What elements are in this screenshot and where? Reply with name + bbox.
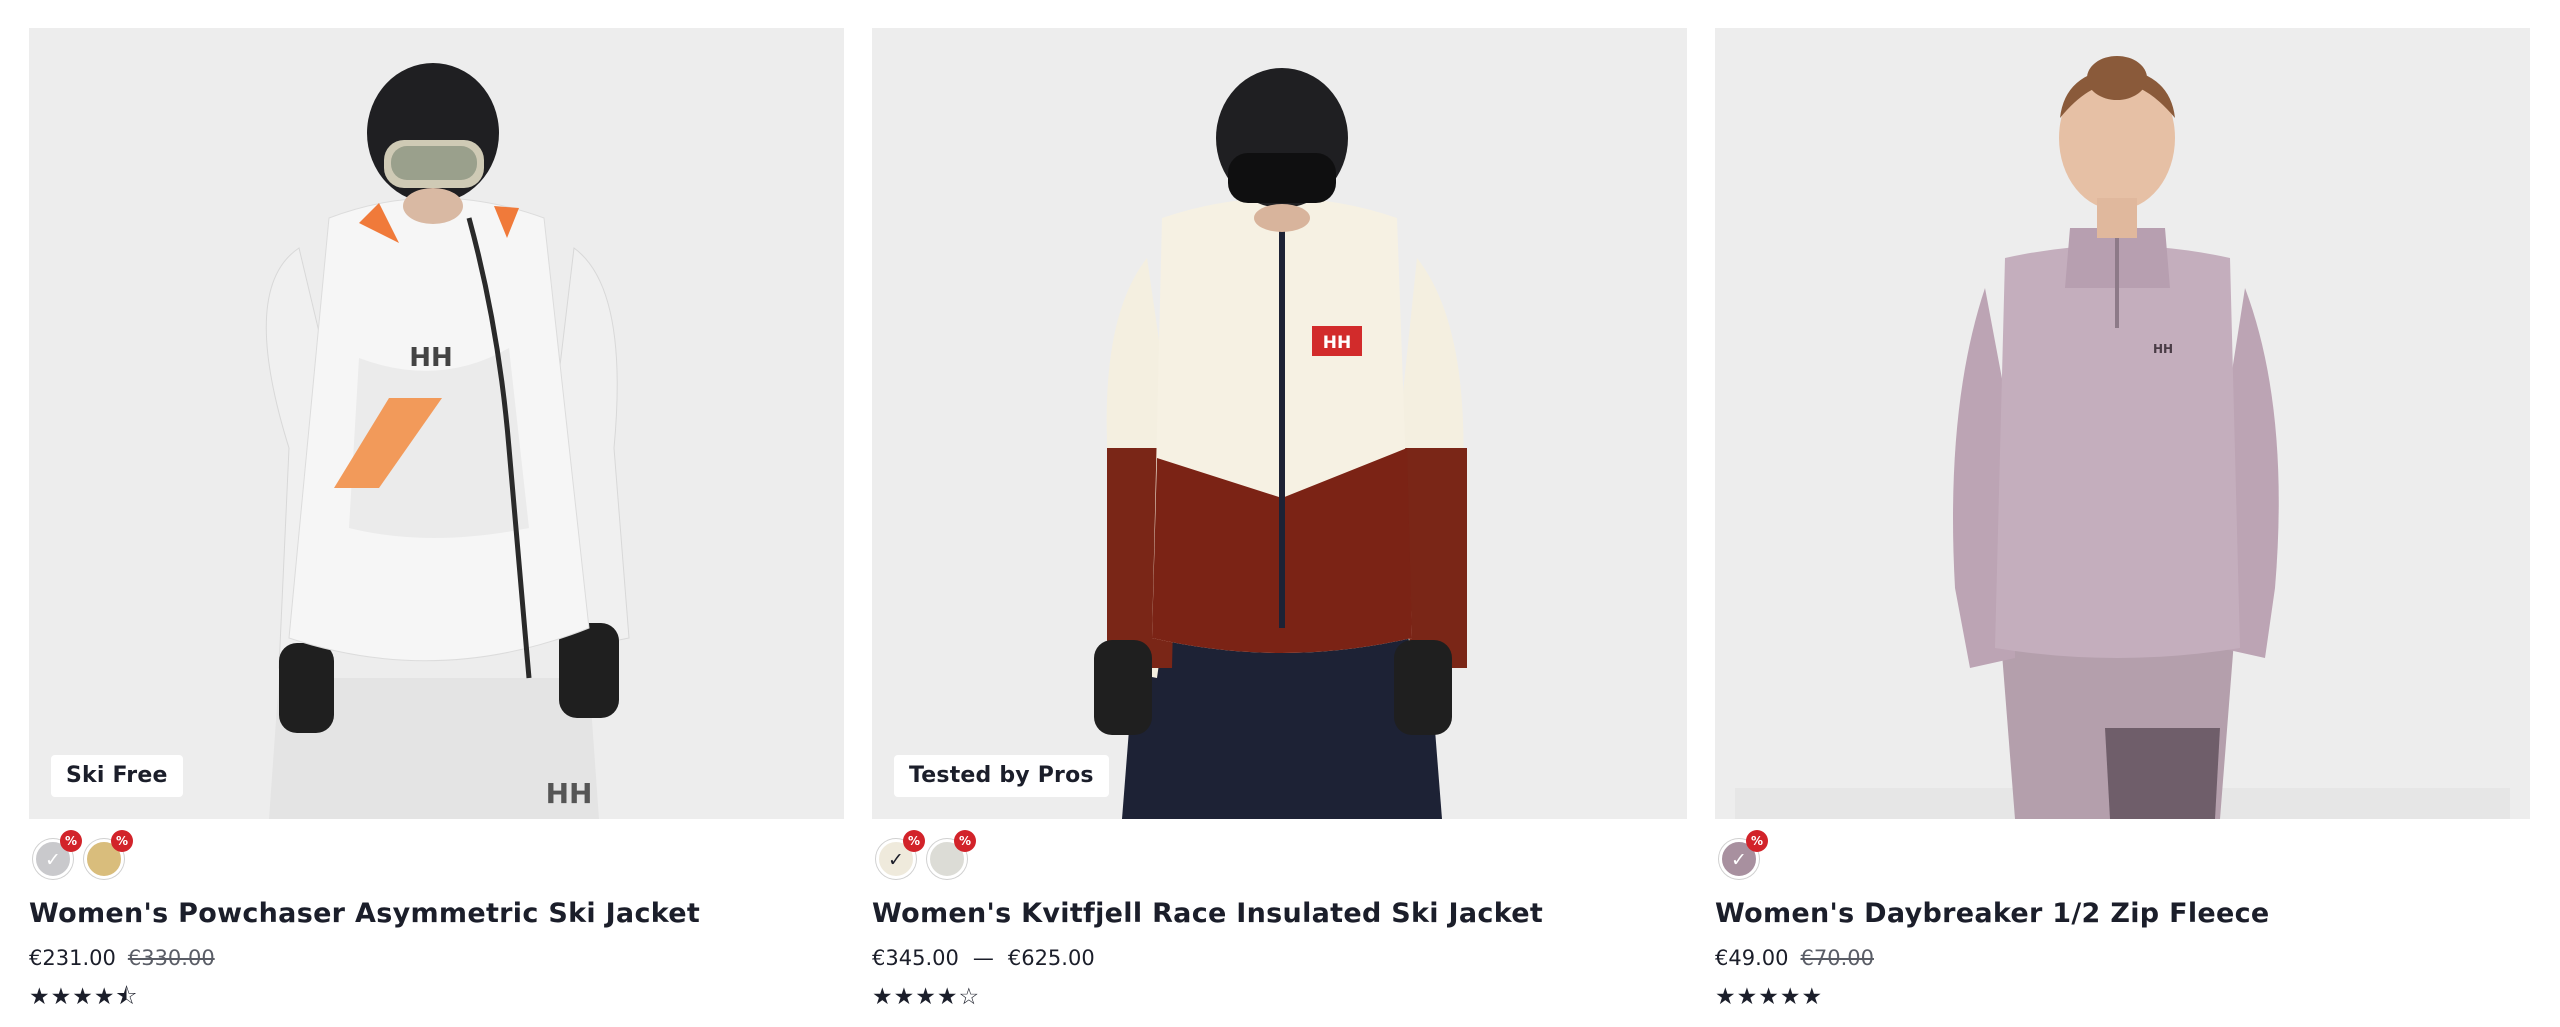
- product-card[interactable]: HH HH Ski Free ✓ % % Women's Powchaser A…: [29, 28, 844, 1011]
- product-photo-jacket-cream-red: HH: [872, 28, 1687, 819]
- sale-price: €231.00: [29, 946, 116, 970]
- color-swatches: ✓ % %: [872, 819, 1687, 897]
- product-badge: Tested by Pros: [894, 755, 1109, 797]
- color-swatch-cream[interactable]: ✓ %: [876, 830, 925, 879]
- color-swatches: ✓ %: [1715, 819, 2530, 897]
- product-photo-jacket-white: HH HH: [29, 28, 844, 819]
- rating-stars: ★★★★★: [1715, 984, 1824, 1010]
- brand-logo: HH: [409, 343, 453, 373]
- sale-percent-badge: %: [1746, 830, 1768, 852]
- price-from: €345.00: [872, 946, 959, 970]
- sale-percent-badge: %: [954, 830, 976, 852]
- check-icon: ✓: [45, 849, 61, 871]
- product-grid: HH HH Ski Free ✓ % % Women's Powchaser A…: [0, 0, 2560, 1027]
- check-icon: ✓: [888, 849, 904, 871]
- price-row: €49.00 €70.00: [1715, 945, 2530, 971]
- product-image[interactable]: HH: [1715, 28, 2530, 819]
- sale-percent-badge: %: [60, 830, 82, 852]
- color-swatch-mauve[interactable]: ✓ %: [1719, 830, 1768, 879]
- original-price: €70.00: [1800, 946, 1874, 970]
- price-to: €625.00: [1007, 946, 1095, 970]
- product-badge: Ski Free: [51, 755, 183, 797]
- sale-percent-badge: %: [903, 830, 925, 852]
- color-swatch-light-grey[interactable]: %: [927, 830, 976, 879]
- brand-logo: HH: [1323, 333, 1351, 353]
- sale-price: €49.00: [1715, 946, 1789, 970]
- brand-logo: HH: [2153, 342, 2173, 356]
- product-title[interactable]: Women's Kvitfjell Race Insulated Ski Jac…: [872, 897, 1687, 931]
- price-separator: —: [972, 946, 994, 970]
- rating-stars: ★★★★☆: [872, 984, 981, 1010]
- color-swatch-grey[interactable]: ✓ %: [33, 830, 82, 879]
- sale-percent-badge: %: [111, 830, 133, 852]
- original-price: €330.00: [127, 946, 215, 970]
- color-swatch-sand[interactable]: %: [84, 830, 133, 879]
- color-swatches: ✓ % %: [29, 819, 844, 897]
- product-card[interactable]: HH ✓ % Women's Daybreaker 1/2 Zip Fleece…: [1715, 28, 2530, 1011]
- check-icon: ✓: [1731, 849, 1747, 871]
- product-title[interactable]: Women's Daybreaker 1/2 Zip Fleece: [1715, 897, 2530, 931]
- product-card[interactable]: HH Tested by Pros ✓ % % Women's Kvitfjel…: [872, 28, 1687, 1011]
- brand-logo-pants: HH: [546, 777, 593, 810]
- price-row: €345.00 — €625.00: [872, 945, 1687, 971]
- product-title[interactable]: Women's Powchaser Asymmetric Ski Jacket: [29, 897, 844, 931]
- product-image[interactable]: HH HH Ski Free: [29, 28, 844, 819]
- product-image[interactable]: HH Tested by Pros: [872, 28, 1687, 819]
- product-photo-fleece-mauve: HH: [1715, 28, 2530, 819]
- price-row: €231.00 €330.00: [29, 945, 844, 971]
- rating-stars: ★★★★⯪: [29, 984, 139, 1010]
